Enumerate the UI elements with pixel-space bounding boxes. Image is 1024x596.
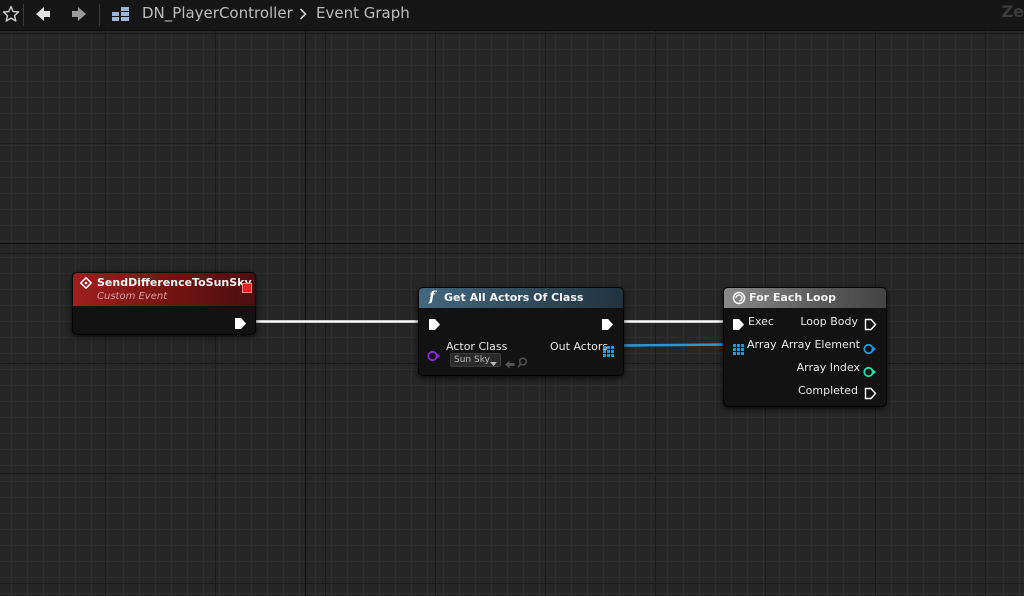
- delegate-pin-icon[interactable]: [242, 283, 252, 293]
- exec-input-pin-icon[interactable]: [428, 316, 441, 335]
- loop-body-exec-pin-icon[interactable]: [864, 316, 877, 335]
- array-element-label: Array Element: [781, 338, 860, 351]
- event-diamond-icon: [79, 276, 93, 292]
- exec-output-pin-icon[interactable]: [234, 315, 247, 334]
- exec-output-pin-icon[interactable]: [601, 316, 614, 335]
- array-index-pin-icon[interactable]: [863, 363, 877, 382]
- forward-arrow-icon[interactable]: [66, 0, 92, 28]
- actor-class-pin-icon[interactable]: [427, 347, 441, 366]
- custom-event-title: SendDifferenceToSunSky: [97, 276, 252, 289]
- event-graph-icon: [108, 0, 134, 28]
- get-all-actors-of-class-node[interactable]: f Get All Actors Of Class Actor Class Su…: [418, 287, 624, 376]
- completed-exec-pin-icon[interactable]: [864, 385, 877, 404]
- exec-input-label: Exec: [748, 315, 774, 328]
- exec-input-pin-icon[interactable]: [732, 316, 745, 335]
- out-actors-array-pin-icon[interactable]: [603, 342, 614, 361]
- breadcrumb-blueprint[interactable]: DN_PlayerController: [142, 4, 293, 22]
- out-actors-label: Out Actors: [550, 340, 609, 353]
- dropdown-arrow-icon: [490, 358, 497, 370]
- custom-event-header[interactable]: SendDifferenceToSunSky Custom Event: [73, 273, 255, 306]
- for-each-loop-title: For Each Loop: [749, 291, 836, 304]
- array-element-pin-icon[interactable]: [863, 340, 877, 359]
- loop-body-label: Loop Body: [800, 315, 858, 328]
- toolbar-divider: [99, 4, 100, 26]
- back-arrow-icon[interactable]: [30, 0, 56, 28]
- array-input-pin-icon[interactable]: [733, 340, 744, 359]
- zoom-level-label: Ze: [1001, 2, 1024, 21]
- custom-event-subtitle: Custom Event: [97, 291, 168, 302]
- custom-event-node[interactable]: SendDifferenceToSunSky Custom Event: [72, 272, 256, 335]
- array-input-label: Array: [747, 338, 777, 351]
- completed-label: Completed: [798, 384, 858, 397]
- breadcrumb-chevron-icon: [296, 0, 310, 28]
- favorite-star-icon[interactable]: [0, 0, 22, 28]
- graph-toolbar: DN_PlayerController Event Graph Ze: [0, 0, 1024, 31]
- for-each-loop-node[interactable]: For Each Loop Exec Array Loop Body Array…: [723, 287, 887, 407]
- graph-origin-axis-horizontal: [0, 243, 1024, 244]
- array-index-label: Array Index: [796, 361, 860, 374]
- for-each-loop-header[interactable]: For Each Loop: [724, 288, 886, 308]
- breadcrumb-event-graph[interactable]: Event Graph: [316, 4, 410, 22]
- get-all-actors-header[interactable]: f Get All Actors Of Class: [419, 288, 623, 308]
- use-selected-asset-arrow-icon[interactable]: [505, 354, 515, 373]
- actor-class-label: Actor Class: [446, 340, 508, 353]
- get-all-actors-title: Get All Actors Of Class: [444, 291, 584, 304]
- toolbar-divider: [23, 4, 24, 26]
- graph-origin-axis-vertical: [305, 31, 306, 596]
- actor-class-value: Sun Sky: [454, 355, 490, 365]
- actor-class-dropdown[interactable]: Sun Sky: [450, 353, 501, 367]
- browse-asset-search-icon[interactable]: [517, 353, 528, 372]
- function-icon: f: [429, 289, 436, 305]
- macro-loop-icon: [732, 291, 746, 308]
